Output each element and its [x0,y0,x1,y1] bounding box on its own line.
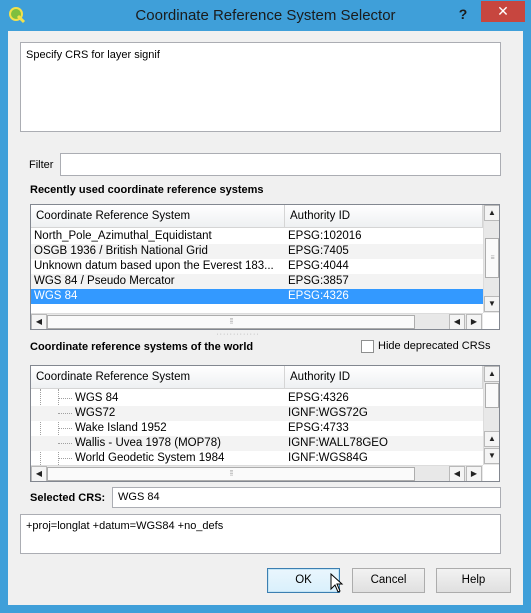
scroll-up-arrow-icon[interactable]: ▲ [484,205,499,221]
recent-row-name: WGS 84 [34,290,78,302]
recent-heading: Recently used coordinate reference syste… [30,184,264,196]
recent-row[interactable]: WGS 84 / Pseudo Mercator EPSG:3857 [31,274,483,289]
world-row[interactable]: WGS72 IGNF:WGS72G [31,406,483,421]
mouse-cursor-icon [330,573,344,593]
world-tree-header: Coordinate Reference System Authority ID [31,366,483,389]
splitter-handle[interactable]: ············· [208,331,268,338]
recent-col-crs[interactable]: Coordinate Reference System [31,205,285,228]
recent-horizontal-scrollbar[interactable]: ◀ ⁞⁞⁞ ◀ ▶ [31,313,483,329]
world-col-authority[interactable]: Authority ID [285,366,483,389]
tree-branch-line [58,398,72,399]
help-button[interactable]: Help [436,568,511,593]
world-row[interactable]: Wake Island 1952 EPSG:4733 [31,421,483,436]
world-row[interactable]: Wallis - Uvea 1978 (MOP78) IGNF:WALL78GE… [31,436,483,451]
grip-icon: ⁞⁞⁞ [229,318,234,326]
world-vscroll-thumb[interactable] [485,383,499,408]
world-vertical-scrollbar[interactable]: ▲ ▲ ▼ [483,366,499,465]
recent-row[interactable]: North_Pole_Azimuthal_Equidistant EPSG:10… [31,229,483,244]
world-crs-tree[interactable]: Coordinate Reference System Authority ID… [30,365,500,482]
recent-vscroll-thumb[interactable]: ≡ [485,238,499,278]
cancel-button[interactable]: Cancel [352,568,425,593]
tree-branch-line [58,413,72,414]
scroll-up-step-icon[interactable]: ▲ [484,431,499,447]
recent-vertical-scrollbar[interactable]: ▲ ≡ ▼ [483,205,499,313]
proj-string-box: +proj=longlat +datum=WGS84 +no_defs [20,514,501,554]
recent-row-id: EPSG:4326 [288,290,349,302]
world-row[interactable]: World Geodetic System 1984 IGNF:WGS84G [31,451,483,465]
scroll-right-arrow-icon[interactable]: ▶ [466,314,482,329]
recent-row-name: Unknown datum based upon the Everest 183… [34,260,274,272]
recent-hscroll-thumb[interactable]: ⁞⁞⁞ [47,315,415,329]
recent-row-id: EPSG:3857 [288,275,349,287]
recent-row-name: North_Pole_Azimuthal_Equidistant [34,230,212,242]
world-row-name: Wallis - Uvea 1978 (MOP78) [75,437,221,449]
world-row-name: WGS72 [75,407,116,419]
selected-crs-label: Selected CRS: [30,492,106,504]
recent-row-name: WGS 84 / Pseudo Mercator [34,275,175,287]
world-row-id: IGNF:WGS84G [288,452,368,464]
grip-icon: ≡ [490,254,494,262]
hide-deprecated-label[interactable]: Hide deprecated CRSs [378,340,491,352]
world-heading: Coordinate reference systems of the worl… [30,341,254,353]
scroll-down-arrow-icon[interactable]: ▼ [484,296,499,312]
dialog-window: Coordinate Reference System Selector ? ✕… [0,0,531,613]
recent-row[interactable]: OSGB 1936 / British National Grid EPSG:7… [31,244,483,259]
recent-row[interactable]: Unknown datum based upon the Everest 183… [31,259,483,274]
world-row-id: IGNF:WGS72G [288,407,368,419]
recent-col-authority[interactable]: Authority ID [285,205,483,228]
scroll-up-arrow-icon[interactable]: ▲ [484,366,499,382]
scroll-left-step-icon[interactable]: ◀ [449,466,465,481]
scroll-left-arrow-icon[interactable]: ◀ [31,314,47,329]
world-row-name: WGS 84 [75,392,119,404]
scroll-left-arrow-icon[interactable]: ◀ [31,466,47,481]
dialog-body: Specify CRS for layer signif Filter Rece… [8,31,523,605]
world-horizontal-scrollbar[interactable]: ◀ ⁞⁞⁞ ◀ ▶ [31,465,483,481]
hide-deprecated-checkbox[interactable] [361,340,374,353]
filter-label: Filter [29,159,54,171]
world-row-name: World Geodetic System 1984 [75,452,225,464]
recent-row-id: EPSG:7405 [288,245,349,257]
recent-crs-list[interactable]: Coordinate Reference System Authority ID… [30,204,500,330]
description-box: Specify CRS for layer signif [20,42,501,132]
scroll-right-arrow-icon[interactable]: ▶ [466,466,482,481]
world-row[interactable]: WGS 84 EPSG:4326 [31,391,483,406]
close-button[interactable]: ✕ [481,1,525,22]
grip-icon: ⁞⁞⁞ [229,470,234,478]
scroll-down-arrow-icon[interactable]: ▼ [484,448,499,464]
help-question-button[interactable]: ? [449,3,477,25]
world-row-id: EPSG:4733 [288,422,349,434]
tree-branch-line [58,428,72,429]
world-row-id: IGNF:WALL78GEO [288,437,388,449]
recent-row-name: OSGB 1936 / British National Grid [34,245,208,257]
recent-list-header: Coordinate Reference System Authority ID [31,205,483,228]
tree-branch-line [58,458,72,459]
scroll-left-step-icon[interactable]: ◀ [449,314,465,329]
world-row-id: EPSG:4326 [288,392,349,404]
filter-input[interactable] [60,153,501,176]
title-bar[interactable]: Coordinate Reference System Selector ? ✕ [0,0,531,31]
recent-row-id: EPSG:4044 [288,260,349,272]
recent-row-id: EPSG:102016 [288,230,362,242]
world-row-name: Wake Island 1952 [75,422,167,434]
world-hscroll-thumb[interactable]: ⁞⁞⁞ [47,467,415,481]
recent-row-selected[interactable]: WGS 84 EPSG:4326 [31,289,483,304]
world-col-crs[interactable]: Coordinate Reference System [31,366,285,389]
tree-branch-line [58,443,72,444]
selected-crs-field[interactable]: WGS 84 [112,487,501,508]
